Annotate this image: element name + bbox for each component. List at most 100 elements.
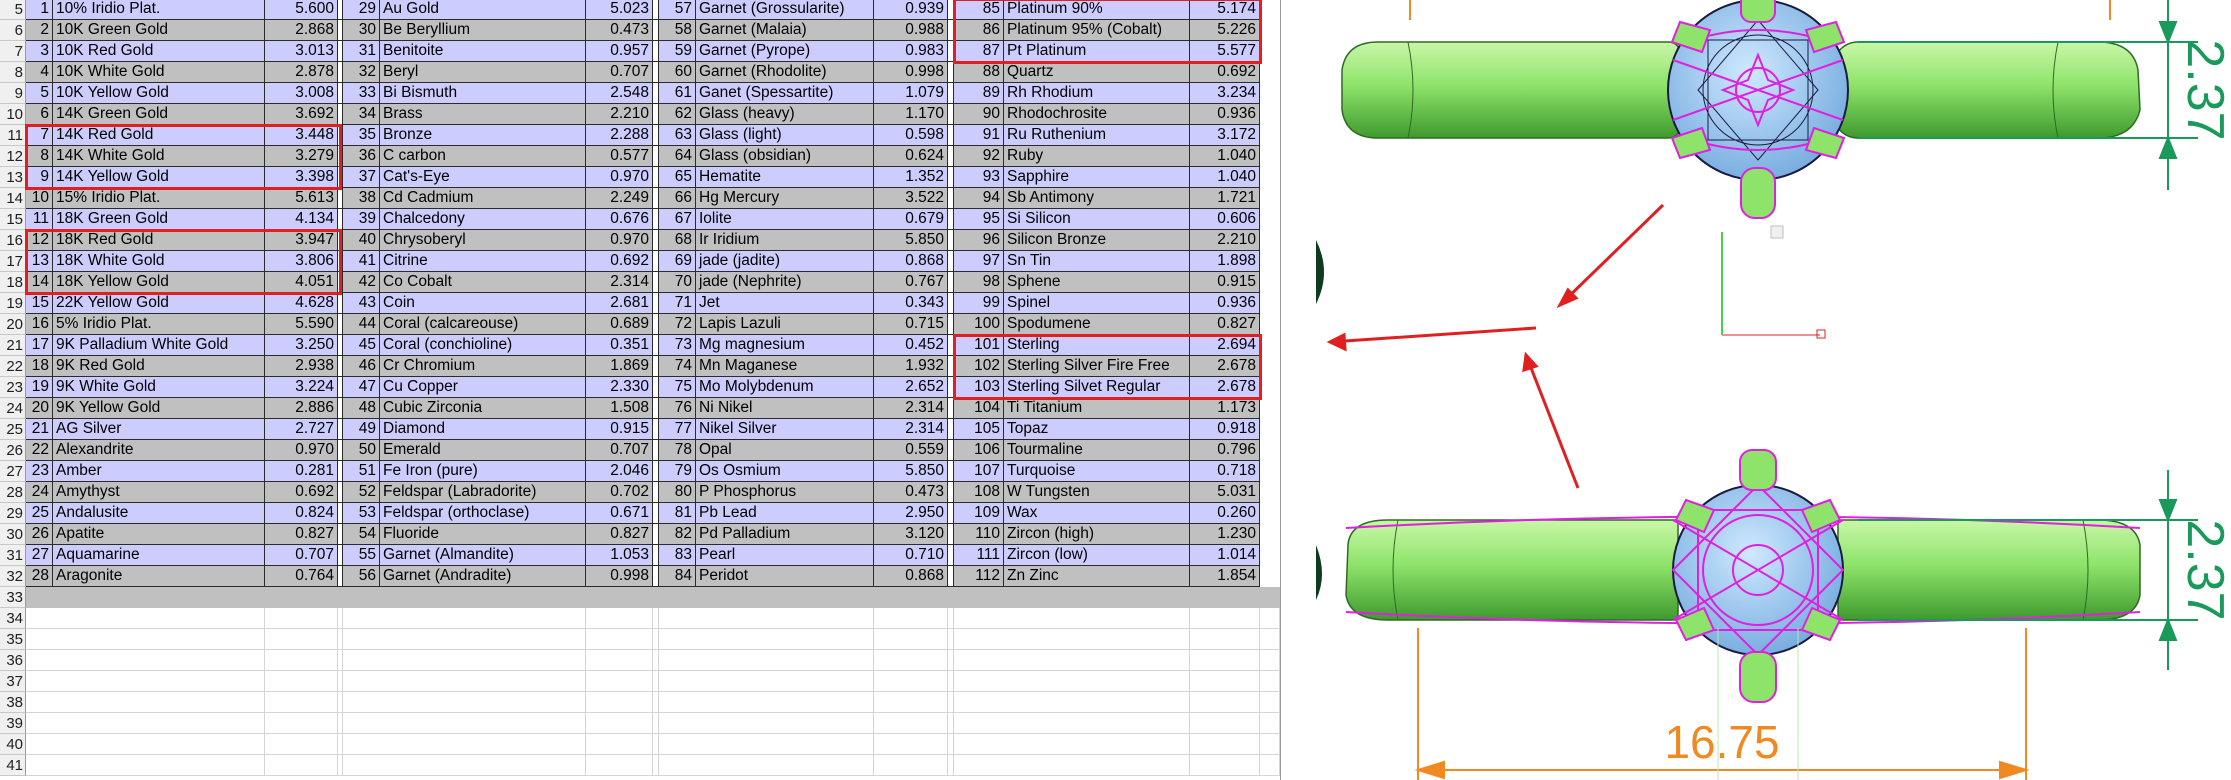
empty-cell[interactable] — [1260, 734, 1280, 755]
empty-cell[interactable] — [874, 713, 948, 734]
value-cell[interactable]: 0.710 — [874, 545, 948, 566]
index-cell[interactable]: 42 — [343, 272, 380, 293]
index-cell[interactable]: 60 — [659, 62, 696, 83]
name-cell[interactable]: Nikel Silver — [696, 419, 874, 440]
name-cell[interactable]: Topaz — [1004, 419, 1190, 440]
value-cell[interactable]: 5.590 — [265, 314, 338, 335]
empty-cell[interactable] — [586, 650, 653, 671]
gap-cell[interactable] — [653, 272, 659, 293]
table-row[interactable]: 18 14 18K Yellow Gold 4.051 42 Co Cobalt 2.314… — [0, 272, 1280, 293]
row-header[interactable]: 39 — [0, 713, 26, 734]
value-cell[interactable]: 0.281 — [265, 461, 338, 482]
gap-cell[interactable] — [338, 524, 343, 545]
value-cell[interactable]: 1.079 — [874, 83, 948, 104]
row-header[interactable]: 18 — [0, 272, 26, 293]
index-cell[interactable]: 66 — [659, 188, 696, 209]
table-row[interactable]: 9 5 10K Yellow Gold 3.008 33 Bi Bismuth 2.548 6… — [0, 83, 1280, 104]
value-cell[interactable]: 0.689 — [586, 314, 653, 335]
row-header[interactable]: 37 — [0, 671, 26, 692]
value-cell[interactable]: 2.046 — [586, 461, 653, 482]
value-cell[interactable]: 3.250 — [265, 335, 338, 356]
gap-cell[interactable] — [948, 167, 954, 188]
name-cell[interactable]: 10% Iridio Plat. — [53, 0, 265, 20]
gap-cell[interactable] — [948, 251, 954, 272]
gap-cell[interactable] — [948, 545, 954, 566]
blank-row[interactable]: 35 — [0, 629, 1280, 650]
index-cell[interactable]: 65 — [659, 167, 696, 188]
value-cell[interactable]: 2.950 — [874, 503, 948, 524]
empty-cell[interactable] — [659, 671, 874, 692]
index-cell[interactable]: 17 — [26, 335, 53, 356]
index-cell[interactable]: 13 — [26, 251, 53, 272]
gap-cell[interactable] — [338, 398, 343, 419]
empty-cell[interactable] — [26, 608, 265, 629]
value-cell[interactable]: 0.918 — [1190, 419, 1260, 440]
index-cell[interactable]: 95 — [954, 209, 1004, 230]
value-cell[interactable]: 0.970 — [586, 167, 653, 188]
value-cell[interactable]: 1.230 — [1190, 524, 1260, 545]
index-cell[interactable]: 39 — [343, 209, 380, 230]
index-cell[interactable]: 30 — [343, 20, 380, 41]
empty-cell[interactable] — [1190, 734, 1260, 755]
index-cell[interactable]: 70 — [659, 272, 696, 293]
name-cell[interactable]: Chrysoberyl — [380, 230, 586, 251]
index-cell[interactable]: 23 — [26, 461, 53, 482]
value-cell[interactable]: 0.983 — [874, 41, 948, 62]
empty-cell[interactable] — [343, 713, 586, 734]
name-cell[interactable]: 18K Yellow Gold — [53, 272, 265, 293]
value-cell[interactable]: 2.652 — [874, 377, 948, 398]
value-cell[interactable]: 2.249 — [586, 188, 653, 209]
index-cell[interactable]: 98 — [954, 272, 1004, 293]
index-cell[interactable]: 93 — [954, 167, 1004, 188]
gap-cell[interactable] — [948, 209, 954, 230]
gap-cell[interactable] — [948, 146, 954, 167]
gap-cell[interactable] — [653, 167, 659, 188]
empty-cell[interactable] — [265, 587, 338, 608]
value-cell[interactable]: 1.040 — [1190, 146, 1260, 167]
gap-cell[interactable] — [948, 83, 954, 104]
name-cell[interactable]: Sterling — [1004, 335, 1190, 356]
value-cell[interactable]: 3.806 — [265, 251, 338, 272]
gap-cell[interactable] — [653, 314, 659, 335]
empty-cell[interactable] — [586, 734, 653, 755]
index-cell[interactable]: 102 — [954, 356, 1004, 377]
name-cell[interactable]: Ni Nikel — [696, 398, 874, 419]
name-cell[interactable]: 14K White Gold — [53, 146, 265, 167]
value-cell[interactable]: 5.600 — [265, 0, 338, 20]
value-cell[interactable]: 3.448 — [265, 125, 338, 146]
index-cell[interactable]: 35 — [343, 125, 380, 146]
gap-cell[interactable] — [653, 524, 659, 545]
value-cell[interactable]: 3.172 — [1190, 125, 1260, 146]
index-cell[interactable]: 19 — [26, 377, 53, 398]
name-cell[interactable]: Pb Lead — [696, 503, 874, 524]
table-row[interactable]: 6 2 10K Green Gold 2.868 30 Be Beryllium 0.473… — [0, 20, 1280, 41]
name-cell[interactable]: Mg magnesium — [696, 335, 874, 356]
name-cell[interactable]: 10K Red Gold — [53, 41, 265, 62]
empty-cell[interactable] — [343, 692, 586, 713]
gap-cell[interactable] — [338, 419, 343, 440]
table-row[interactable]: 31 27 Aquamarine 0.707 55 Garnet (Almandite) 1… — [0, 545, 1280, 566]
name-cell[interactable]: Si Silicon — [1004, 209, 1190, 230]
name-cell[interactable]: 9K Palladium White Gold — [53, 335, 265, 356]
index-cell[interactable]: 63 — [659, 125, 696, 146]
empty-cell[interactable] — [659, 608, 874, 629]
row-header[interactable]: 15 — [0, 209, 26, 230]
value-cell[interactable]: 2.678 — [1190, 356, 1260, 377]
index-cell[interactable]: 20 — [26, 398, 53, 419]
index-cell[interactable]: 9 — [26, 167, 53, 188]
blank-row[interactable]: 39 — [0, 713, 1280, 734]
empty-cell[interactable] — [26, 587, 265, 608]
name-cell[interactable]: Brass — [380, 104, 586, 125]
index-cell[interactable]: 100 — [954, 314, 1004, 335]
gap-cell[interactable] — [653, 188, 659, 209]
table-row[interactable]: 14 10 15% Iridio Plat. 5.613 38 Cd Cadmium 2.2… — [0, 188, 1280, 209]
table-row[interactable]: 30 26 Apatite 0.827 54 Fluoride 0.827 82 Pd Pall… — [0, 524, 1280, 545]
index-cell[interactable]: 59 — [659, 41, 696, 62]
index-cell[interactable]: 55 — [343, 545, 380, 566]
index-cell[interactable]: 87 — [954, 41, 1004, 62]
name-cell[interactable]: Coral (calcareouse) — [380, 314, 586, 335]
index-cell[interactable]: 111 — [954, 545, 1004, 566]
gap-cell[interactable] — [338, 125, 343, 146]
value-cell[interactable]: 0.559 — [874, 440, 948, 461]
value-cell[interactable]: 0.915 — [586, 419, 653, 440]
